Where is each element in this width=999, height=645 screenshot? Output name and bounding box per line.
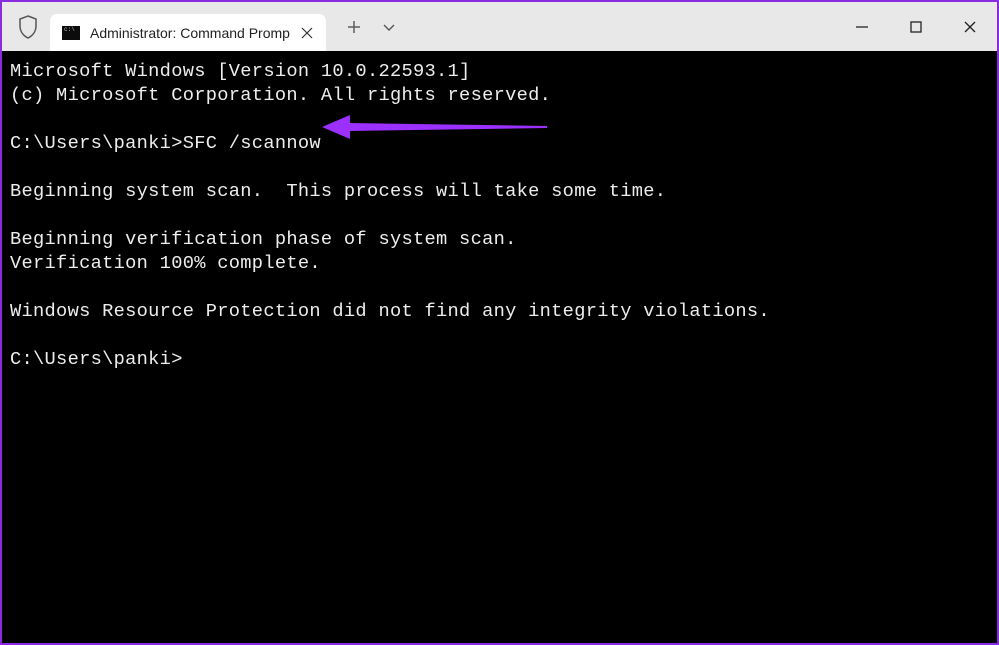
- terminal-line: Windows Resource Protection did not find…: [10, 300, 770, 322]
- minimize-button[interactable]: [835, 2, 889, 51]
- terminal-line: Beginning system scan. This process will…: [10, 180, 666, 202]
- terminal-line: Microsoft Windows [Version 10.0.22593.1]: [10, 60, 471, 82]
- close-button[interactable]: [943, 2, 997, 51]
- terminal-line: Verification 100% complete.: [10, 252, 321, 274]
- new-tab-button[interactable]: [334, 7, 374, 47]
- command-prompt-icon: c:\: [62, 26, 80, 40]
- terminal-output[interactable]: Microsoft Windows [Version 10.0.22593.1]…: [2, 51, 997, 643]
- shield-icon: [16, 15, 40, 39]
- tab-close-button[interactable]: [298, 24, 316, 42]
- annotation-arrow-icon: [322, 112, 552, 142]
- titlebar: c:\ Administrator: Command Promp: [2, 2, 997, 51]
- terminal-prompt-line: C:\Users\panki>SFC /scannow: [10, 132, 321, 154]
- terminal-prompt-line: C:\Users\panki>: [10, 348, 183, 370]
- tab-command-prompt[interactable]: c:\ Administrator: Command Promp: [50, 14, 326, 51]
- tab-title: Administrator: Command Promp: [90, 25, 290, 41]
- terminal-line: (c) Microsoft Corporation. All rights re…: [10, 84, 551, 106]
- window-controls: [835, 2, 997, 51]
- terminal-line: Beginning verification phase of system s…: [10, 228, 517, 250]
- tab-dropdown-button[interactable]: [374, 7, 404, 47]
- maximize-button[interactable]: [889, 2, 943, 51]
